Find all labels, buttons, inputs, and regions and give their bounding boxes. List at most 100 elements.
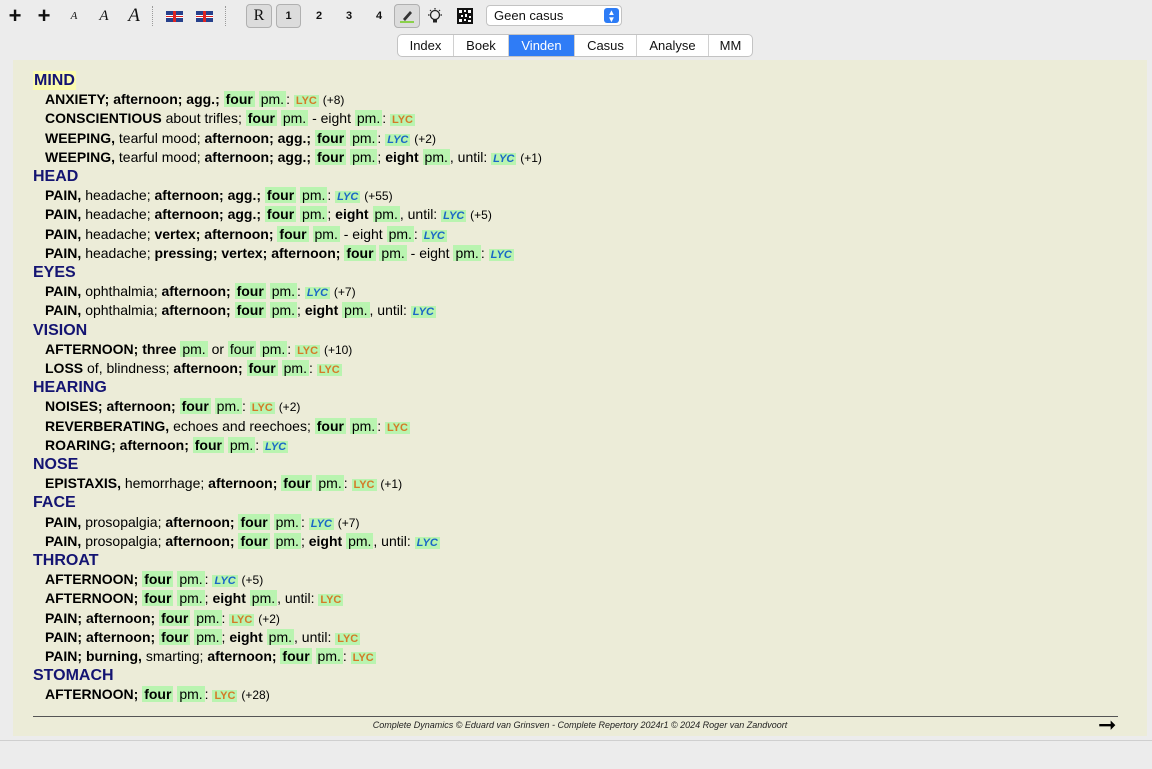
tab-boek[interactable]: Boek [453, 35, 508, 56]
more-remedies-count[interactable]: (+2) [279, 400, 301, 414]
repertory-button[interactable]: R [246, 4, 272, 28]
case-select[interactable]: Geen casus ▲ ▼ [486, 5, 622, 26]
rubric-row[interactable]: AFTERNOON; four pm.: LYC (+5) [45, 570, 263, 591]
tab-vinden[interactable]: Vinden [508, 35, 574, 56]
more-remedies-count[interactable]: (+7) [334, 285, 356, 299]
rubric-text: four [142, 686, 174, 703]
degree-button-4[interactable]: 4 [366, 4, 392, 28]
tab-mm[interactable]: MM [708, 35, 752, 56]
remedy-abbrev[interactable]: LYC [335, 632, 361, 645]
more-remedies-count[interactable]: (+1) [380, 477, 402, 491]
more-remedies-count[interactable]: (+8) [323, 93, 345, 107]
font-small-button[interactable]: A [61, 4, 87, 28]
remedy-abbrev[interactable]: LYC [308, 517, 334, 530]
highlight-button[interactable] [394, 4, 420, 28]
font-medium-button[interactable]: A [91, 4, 117, 28]
rubric-row[interactable]: PAIN, headache; vertex; afternoon; four … [45, 225, 447, 246]
rubric-row[interactable]: PAIN; burning, smarting; afternoon; four… [45, 647, 376, 668]
rubric-row[interactable]: ANXIETY; afternoon; agg.; four pm.: LYC … [45, 90, 344, 111]
rubric-row[interactable]: ROARING; afternoon; four pm.: LYC [45, 436, 289, 457]
rubric-row[interactable]: PAIN; afternoon; four pm.: LYC (+2) [45, 609, 280, 630]
remedy-abbrev[interactable]: LYC [229, 613, 255, 626]
remedy-abbrev[interactable]: LYC [421, 229, 447, 242]
rubric-text [309, 226, 313, 242]
chapter-heading[interactable]: VISION [33, 321, 87, 340]
grid-button[interactable] [452, 4, 478, 28]
chapter-heading[interactable]: FACE [33, 493, 76, 512]
rubric-row[interactable]: LOSS of, blindness; afternoon; four pm.:… [45, 359, 342, 380]
remedy-abbrev[interactable]: LYC [410, 306, 436, 319]
rubric-text: four [264, 187, 297, 204]
chapter-heading[interactable]: THROAT [33, 551, 98, 570]
remedy-abbrev[interactable]: LYC [441, 210, 467, 223]
more-remedies-count[interactable]: (+5) [242, 573, 264, 587]
more-remedies-count[interactable]: (+28) [241, 688, 269, 702]
remedy-abbrev[interactable]: LYC [414, 536, 440, 549]
remedy-abbrev[interactable]: LYC [249, 402, 275, 415]
rubric-row[interactable]: PAIN, headache; afternoon; agg.; four pm… [45, 205, 492, 226]
tab-analyse[interactable]: Analyse [636, 35, 708, 56]
font-large-button[interactable]: A [121, 4, 147, 28]
hint-button[interactable] [422, 4, 448, 28]
more-remedies-count[interactable]: (+7) [338, 516, 360, 530]
rubric-row[interactable]: EPISTAXIS, hemorrhage; afternoon; four p… [45, 474, 402, 495]
remedy-abbrev[interactable]: LYC [351, 479, 377, 492]
more-remedies-count[interactable]: (+5) [470, 208, 492, 222]
chapter-heading[interactable]: MIND [33, 71, 76, 90]
add-button[interactable]: + [2, 4, 28, 28]
tab-index[interactable]: Index [398, 35, 453, 56]
rubric-row[interactable]: PAIN, prosopalgia; afternoon; four pm.; … [45, 532, 440, 553]
chapter-heading[interactable]: STOMACH [33, 666, 114, 685]
chapter-heading[interactable]: EYES [33, 263, 76, 282]
remedy-abbrev[interactable]: LYC [491, 152, 517, 165]
rubric-row[interactable]: CONSCIENTIOUS about trifles; four pm. - … [45, 109, 416, 130]
rubric-row[interactable]: WEEPING, tearful mood; afternoon; agg.; … [45, 148, 542, 169]
chapter-heading[interactable]: NOSE [33, 455, 78, 474]
remedy-abbrev[interactable]: LYC [293, 95, 319, 108]
rubric-row[interactable]: WEEPING, tearful mood; afternoon; agg.; … [45, 129, 436, 150]
rubric-row[interactable]: PAIN; afternoon; four pm.; eight pm., un… [45, 628, 361, 649]
remedy-abbrev[interactable]: LYC [295, 344, 321, 357]
remedy-abbrev[interactable]: LYC [384, 421, 410, 434]
more-remedies-count[interactable]: (+2) [414, 132, 436, 146]
rubric-row[interactable]: PAIN, ophthalmia; afternoon; four pm.: L… [45, 282, 356, 303]
rubric-text: : [327, 187, 336, 204]
status-bar [0, 740, 1152, 769]
remedy-abbrev[interactable]: LYC [385, 133, 411, 146]
remedy-abbrev[interactable]: LYC [316, 364, 342, 376]
rubric-row[interactable]: AFTERNOON; three pm. or four pm.: LYC (+… [45, 340, 352, 361]
remedy-abbrev[interactable]: LYC [212, 575, 238, 588]
remedy-abbrev[interactable]: LYC [488, 248, 514, 261]
remedy-abbrev[interactable]: LYC [390, 114, 416, 127]
rubric-row[interactable]: AFTERNOON; four pm.; eight pm., until: L… [45, 589, 344, 610]
language-button-2[interactable] [191, 4, 217, 28]
language-button-1[interactable] [161, 4, 187, 28]
degree-button-1[interactable]: 1 [276, 4, 301, 28]
more-remedies-count[interactable]: (+10) [324, 343, 352, 357]
rubric-row[interactable]: AFTERNOON; four pm.: LYC (+28) [45, 685, 270, 706]
remedy-abbrev[interactable]: LYC [350, 652, 376, 664]
arrow-right-icon[interactable]: ➞ [1098, 714, 1116, 736]
degree-button-2[interactable]: 2 [306, 4, 332, 28]
rubric-row[interactable]: NOISES; afternoon; four pm.: LYC (+2) [45, 397, 300, 418]
tab-casus[interactable]: Casus [574, 35, 636, 56]
degree-button-3[interactable]: 3 [336, 4, 362, 28]
rubric-row[interactable]: PAIN, prosopalgia; afternoon; four pm.: … [45, 513, 359, 534]
remedy-abbrev[interactable]: LYC [212, 690, 238, 703]
more-remedies-count[interactable]: (+1) [520, 151, 542, 165]
remedy-abbrev[interactable]: LYC [318, 594, 344, 607]
remedy-abbrev[interactable]: LYC [263, 440, 289, 453]
more-remedies-count[interactable]: (+2) [258, 612, 280, 626]
chapter-heading[interactable]: HEAD [33, 167, 78, 186]
rubric-row[interactable]: PAIN, headache; afternoon; agg.; four pm… [45, 186, 393, 207]
remedy-abbrev[interactable]: LYC [304, 287, 331, 300]
remedy-abbrev[interactable]: LYC [335, 191, 361, 204]
more-remedies-count[interactable]: (+55) [364, 189, 392, 203]
rubric-row[interactable]: PAIN, ophthalmia; afternoon; four pm.; e… [45, 301, 436, 322]
rubric-row[interactable]: PAIN, headache; pressing; vertex; aftern… [45, 244, 514, 265]
rubric-row[interactable]: REVERBERATING, echoes and reechoes; four… [45, 417, 410, 438]
rubric-text: - eight [308, 110, 355, 127]
chapter-heading[interactable]: HEARING [33, 378, 107, 397]
rubric-text: four [234, 283, 266, 300]
add-second-button[interactable]: + [31, 4, 57, 28]
